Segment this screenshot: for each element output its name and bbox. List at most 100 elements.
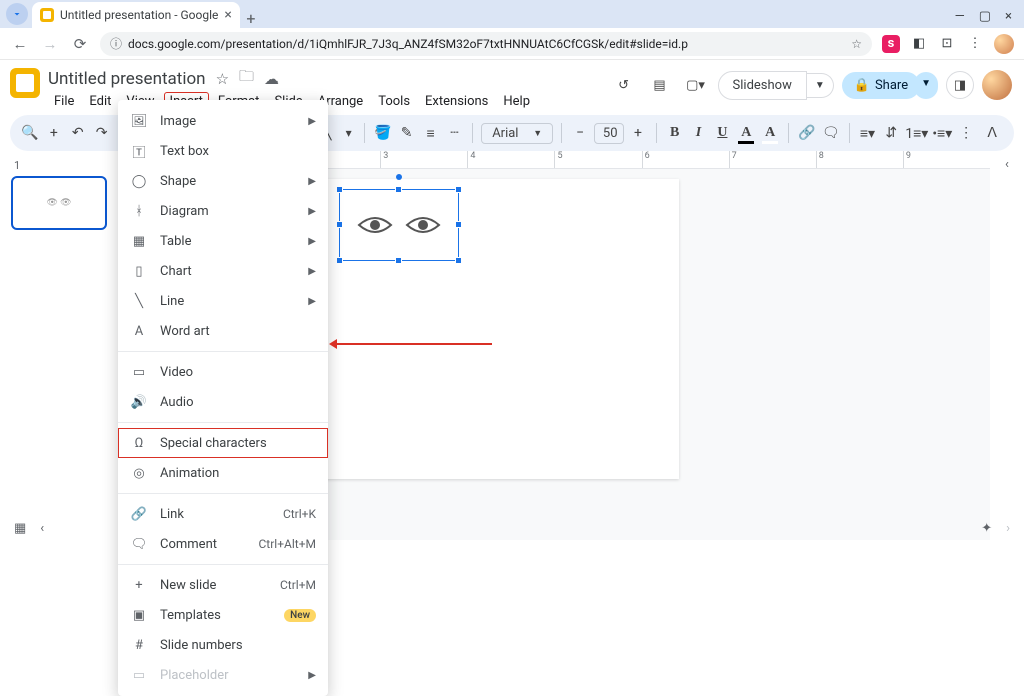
decrease-font-button[interactable]: − [570, 121, 590, 145]
insert-table-item[interactable]: ▦ Table ▶ [118, 226, 328, 256]
resize-handle[interactable] [336, 186, 343, 193]
more-toolbar-icon[interactable]: ⋮ [956, 121, 976, 145]
insert-link-icon[interactable]: 🔗 [797, 121, 817, 145]
new-slide-button[interactable]: + [44, 121, 64, 145]
resize-handle[interactable] [395, 257, 402, 264]
insert-link-item[interactable]: 🔗 Link Ctrl+K [118, 499, 328, 529]
resize-handle[interactable] [455, 186, 462, 193]
increase-font-button[interactable]: + [628, 121, 648, 145]
menu-extensions[interactable]: Extensions [419, 92, 494, 111]
resize-handle[interactable] [455, 257, 462, 264]
menu-file[interactable]: File [48, 92, 80, 111]
collapse-filmstrip-icon[interactable]: ‹ [40, 521, 44, 536]
share-button[interactable]: 🔒 Share [842, 72, 920, 99]
insert-line-item[interactable]: ╲ Line ▶ [118, 286, 328, 316]
numbered-list-button[interactable]: 1≡▾ [905, 121, 928, 145]
minimize-button[interactable]: — [955, 9, 965, 24]
resize-handle[interactable] [336, 257, 343, 264]
history-icon[interactable]: ↺ [610, 71, 638, 99]
font-size-input[interactable]: 50 [594, 123, 624, 144]
menu-item-label: Comment [160, 537, 217, 552]
hide-menus-icon[interactable]: ꓥ [980, 121, 1004, 145]
close-tab-button[interactable]: × [224, 8, 231, 22]
bulleted-list-button[interactable]: •≡▾ [932, 121, 952, 145]
star-bookmark-icon[interactable]: ☆ [851, 37, 862, 51]
forward-button[interactable]: → [40, 35, 60, 53]
menu-edit[interactable]: Edit [83, 92, 117, 111]
border-weight-icon[interactable]: ≡ [421, 121, 441, 145]
border-dash-icon[interactable]: ┄ [444, 121, 464, 145]
menu-tools[interactable]: Tools [372, 92, 416, 111]
insert-textbox-item[interactable]: 🅃 Text box [118, 136, 328, 166]
underline-button[interactable]: U [712, 121, 732, 145]
scroll-hint-icon[interactable]: › [1006, 521, 1010, 536]
comments-icon[interactable]: ▤ [646, 71, 674, 99]
insert-video-item[interactable]: ▭ Video [118, 357, 328, 387]
insert-slide-numbers-item[interactable]: # Slide numbers [118, 630, 328, 660]
account-avatar[interactable] [982, 70, 1012, 100]
address-bar[interactable]: ⓘ docs.google.com/presentation/d/1iQmhlF… [100, 32, 872, 56]
extension-icon-2[interactable]: ◧ [910, 35, 928, 53]
insert-image-item[interactable]: 🖼 Image ▶ [118, 106, 328, 136]
slideshow-button[interactable]: Slideshow [718, 71, 807, 100]
share-dropdown[interactable]: ▼ [914, 72, 938, 99]
insert-animation-item[interactable]: ◎ Animation [118, 458, 328, 488]
plus-icon: + [130, 576, 148, 594]
close-window-button[interactable]: × [1005, 9, 1012, 24]
add-comment-icon[interactable]: 🗨 [821, 121, 841, 145]
new-tab-button[interactable]: + [240, 9, 262, 28]
star-document-icon[interactable]: ☆ [216, 70, 229, 88]
cloud-status-icon[interactable]: ☁ [264, 70, 279, 88]
border-color-icon[interactable]: ✎ [397, 121, 417, 145]
side-panel-toggle-icon[interactable]: ‹ [1005, 157, 1009, 172]
italic-button[interactable]: I [689, 121, 709, 145]
insert-shape-item[interactable]: ◯ Shape ▶ [118, 166, 328, 196]
line-spacing-button[interactable]: ⇵ [881, 121, 901, 145]
grid-view-icon[interactable]: ▦ [14, 521, 26, 536]
insert-chart-item[interactable]: ▯ Chart ▶ [118, 256, 328, 286]
rotation-handle[interactable] [396, 174, 402, 180]
extension-icon-3[interactable]: ⊡ [938, 35, 956, 53]
slideshow-dropdown[interactable]: ▼ [807, 73, 834, 98]
explore-icon[interactable]: ✦ [981, 521, 992, 536]
slide-thumbnail-1[interactable]: 👁 👁 [11, 176, 107, 230]
text-color-button[interactable]: A [736, 121, 756, 145]
chrome-profile-avatar[interactable] [994, 34, 1014, 54]
insert-special-characters-item[interactable]: Ω Special characters [118, 428, 328, 458]
extension-icon[interactable]: s [882, 35, 900, 53]
document-title[interactable]: Untitled presentation [48, 69, 206, 89]
line-dropdown[interactable]: ▾ [341, 121, 356, 145]
slides-logo-icon[interactable] [10, 68, 40, 98]
align-button[interactable]: ≡▾ [857, 121, 877, 145]
redo-button[interactable]: ↷ [92, 121, 112, 145]
tab-search-button[interactable] [6, 3, 28, 25]
search-menus-icon[interactable]: 🔍 [20, 121, 40, 145]
sidepanel-toggle-icon[interactable]: ◨ [946, 71, 974, 99]
resize-handle[interactable] [336, 221, 343, 228]
meet-icon[interactable]: ▢▾ [682, 71, 710, 99]
maximize-button[interactable]: ▢ [979, 9, 991, 24]
font-family-select[interactable]: Arial ▼ [481, 123, 553, 144]
selected-text-box[interactable] [339, 189, 459, 261]
insert-audio-item[interactable]: 🔊 Audio [118, 387, 328, 417]
back-button[interactable]: ← [10, 35, 30, 53]
browser-tab[interactable]: Untitled presentation - Google × [32, 2, 240, 28]
highlight-color-button[interactable]: A [760, 121, 780, 145]
resize-handle[interactable] [395, 186, 402, 193]
extensions-menu-icon[interactable]: ⋮ [966, 35, 984, 53]
insert-new-slide-item[interactable]: + New slide Ctrl+M [118, 570, 328, 600]
site-info-icon[interactable]: ⓘ [110, 35, 122, 52]
resize-handle[interactable] [455, 221, 462, 228]
insert-diagram-item[interactable]: ᚼ Diagram ▶ [118, 196, 328, 226]
menu-help[interactable]: Help [497, 92, 536, 111]
insert-templates-item[interactable]: ▣ Templates New [118, 600, 328, 630]
insert-wordart-item[interactable]: A Word art [118, 316, 328, 346]
fill-color-icon[interactable]: 🪣 [373, 121, 393, 145]
bold-button[interactable]: B [665, 121, 685, 145]
insert-comment-item[interactable]: 🗨 Comment Ctrl+Alt+M [118, 529, 328, 559]
move-document-icon[interactable]: 🗀 [239, 66, 254, 91]
undo-button[interactable]: ↶ [68, 121, 88, 145]
window-controls: — ▢ × [955, 9, 1024, 28]
new-badge: New [284, 609, 316, 622]
reload-button[interactable]: ⟳ [70, 35, 90, 53]
